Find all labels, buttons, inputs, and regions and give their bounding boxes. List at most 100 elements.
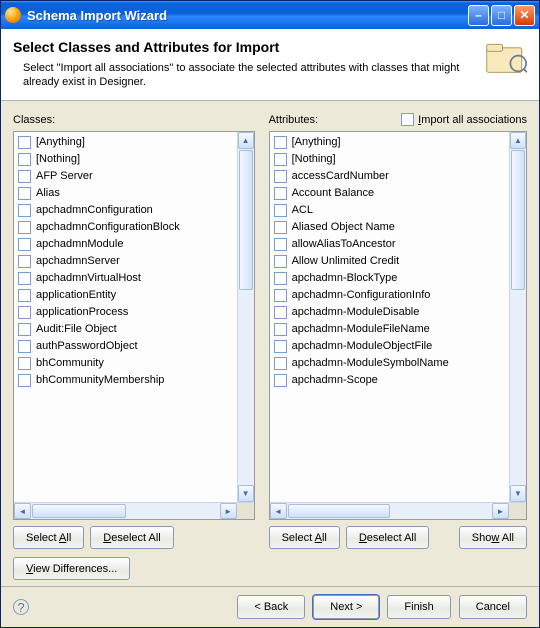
attribute-item[interactable]: allowAliasToAncestor xyxy=(272,236,509,253)
class-item[interactable]: AFP Server xyxy=(16,168,237,185)
checkbox-icon[interactable] xyxy=(274,340,287,353)
import-all-label: Import all associations xyxy=(418,114,527,126)
scroll-left-icon[interactable]: ◄ xyxy=(270,503,287,519)
attribute-item[interactable]: Allow Unlimited Credit xyxy=(272,253,509,270)
classes-select-all-button[interactable]: Select All xyxy=(13,526,84,549)
checkbox-icon[interactable] xyxy=(274,153,287,166)
class-item[interactable]: bhCommunityMembership xyxy=(16,372,237,389)
next-button[interactable]: Next > xyxy=(313,595,379,619)
import-all-associations-checkbox[interactable]: Import all associations xyxy=(401,113,527,126)
attribute-item[interactable]: apchadmn-BlockType xyxy=(272,270,509,287)
class-item[interactable]: apchadmnServer xyxy=(16,253,237,270)
class-item[interactable]: applicationProcess xyxy=(16,304,237,321)
class-item-label: applicationProcess xyxy=(36,306,128,318)
show-all-button[interactable]: Show All xyxy=(459,526,527,549)
maximize-button[interactable]: □ xyxy=(491,5,512,26)
class-item[interactable]: [Anything] xyxy=(16,134,237,151)
checkbox-icon[interactable] xyxy=(274,357,287,370)
scroll-right-icon[interactable]: ► xyxy=(220,503,237,519)
checkbox-icon[interactable] xyxy=(18,357,31,370)
cancel-button[interactable]: Cancel xyxy=(459,595,527,619)
attributes-deselect-all-button[interactable]: Deselect All xyxy=(346,526,429,549)
view-differences-button[interactable]: View Differences... xyxy=(13,557,130,580)
attribute-item[interactable]: Account Balance xyxy=(272,185,509,202)
scroll-down-icon[interactable]: ▼ xyxy=(238,485,254,502)
class-item[interactable]: Alias xyxy=(16,185,237,202)
attribute-item[interactable]: apchadmn-ConfigurationInfo xyxy=(272,287,509,304)
attribute-item[interactable]: Aliased Object Name xyxy=(272,219,509,236)
class-item[interactable]: apchadmnConfiguration xyxy=(16,202,237,219)
class-item[interactable]: [Nothing] xyxy=(16,151,237,168)
checkbox-icon[interactable] xyxy=(18,170,31,183)
checkbox-icon[interactable] xyxy=(18,289,31,302)
checkbox-icon[interactable] xyxy=(274,170,287,183)
checkbox-icon[interactable] xyxy=(18,187,31,200)
checkbox-icon[interactable] xyxy=(274,289,287,302)
class-item-label: bhCommunityMembership xyxy=(36,374,164,386)
checkbox-icon[interactable] xyxy=(18,238,31,251)
checkbox-icon[interactable] xyxy=(274,204,287,217)
attribute-item-label: Allow Unlimited Credit xyxy=(292,255,400,267)
class-item[interactable]: authPasswordObject xyxy=(16,338,237,355)
scroll-thumb[interactable] xyxy=(288,504,391,518)
classes-deselect-all-button[interactable]: Deselect All xyxy=(90,526,173,549)
checkbox-icon[interactable] xyxy=(18,374,31,387)
minimize-button[interactable]: – xyxy=(468,5,489,26)
close-button[interactable]: ✕ xyxy=(514,5,535,26)
attribute-item[interactable]: accessCardNumber xyxy=(272,168,509,185)
checkbox-icon[interactable] xyxy=(18,272,31,285)
checkbox-icon[interactable] xyxy=(274,221,287,234)
attribute-item[interactable]: apchadmn-ModuleSymbolName xyxy=(272,355,509,372)
attribute-item[interactable]: apchadmn-Scope xyxy=(272,372,509,389)
classes-vscrollbar[interactable]: ▲ ▼ xyxy=(237,132,254,502)
checkbox-icon[interactable] xyxy=(18,255,31,268)
attribute-item[interactable]: [Anything] xyxy=(272,134,509,151)
class-item[interactable]: apchadmnVirtualHost xyxy=(16,270,237,287)
scroll-thumb[interactable] xyxy=(32,504,126,518)
class-item-label: authPasswordObject xyxy=(36,340,138,352)
checkbox-icon[interactable] xyxy=(274,255,287,268)
class-item-label: apchadmnConfiguration xyxy=(36,204,153,216)
attributes-vscrollbar[interactable]: ▲ ▼ xyxy=(509,132,526,502)
attribute-item[interactable]: apchadmn-ModuleObjectFile xyxy=(272,338,509,355)
checkbox-icon[interactable] xyxy=(274,374,287,387)
scroll-up-icon[interactable]: ▲ xyxy=(510,132,526,149)
checkbox-icon[interactable] xyxy=(274,238,287,251)
class-item[interactable]: Audit:File Object xyxy=(16,321,237,338)
attribute-item[interactable]: apchadmn-ModuleDisable xyxy=(272,304,509,321)
checkbox-icon[interactable] xyxy=(274,187,287,200)
checkbox-icon[interactable] xyxy=(274,272,287,285)
checkbox-icon[interactable] xyxy=(274,323,287,336)
checkbox-icon[interactable] xyxy=(18,340,31,353)
back-button[interactable]: < Back xyxy=(237,595,305,619)
checkbox-icon[interactable] xyxy=(401,113,414,126)
attribute-item[interactable]: apchadmn-ModuleFileName xyxy=(272,321,509,338)
scroll-up-icon[interactable]: ▲ xyxy=(238,132,254,149)
checkbox-icon[interactable] xyxy=(18,136,31,149)
class-item[interactable]: bhCommunity xyxy=(16,355,237,372)
checkbox-icon[interactable] xyxy=(18,204,31,217)
checkbox-icon[interactable] xyxy=(18,153,31,166)
scroll-thumb[interactable] xyxy=(511,150,525,290)
classes-hscrollbar[interactable]: ◄ ► xyxy=(14,502,254,519)
finish-button[interactable]: Finish xyxy=(387,595,450,619)
checkbox-icon[interactable] xyxy=(274,136,287,149)
scroll-right-icon[interactable]: ► xyxy=(492,503,509,519)
checkbox-icon[interactable] xyxy=(18,323,31,336)
attribute-item[interactable]: [Nothing] xyxy=(272,151,509,168)
help-icon[interactable]: ? xyxy=(13,599,29,615)
class-item[interactable]: apchadmnModule xyxy=(16,236,237,253)
attribute-item[interactable]: ACL xyxy=(272,202,509,219)
class-item-label: bhCommunity xyxy=(36,357,104,369)
checkbox-icon[interactable] xyxy=(18,221,31,234)
scroll-thumb[interactable] xyxy=(239,150,253,290)
page-title: Select Classes and Attributes for Import xyxy=(13,39,475,55)
scroll-down-icon[interactable]: ▼ xyxy=(510,485,526,502)
scroll-left-icon[interactable]: ◄ xyxy=(14,503,31,519)
attributes-select-all-button[interactable]: Select All xyxy=(269,526,340,549)
class-item[interactable]: applicationEntity xyxy=(16,287,237,304)
class-item[interactable]: apchadmnConfigurationBlock xyxy=(16,219,237,236)
attributes-hscrollbar[interactable]: ◄ ► xyxy=(270,502,526,519)
checkbox-icon[interactable] xyxy=(18,306,31,319)
checkbox-icon[interactable] xyxy=(274,306,287,319)
